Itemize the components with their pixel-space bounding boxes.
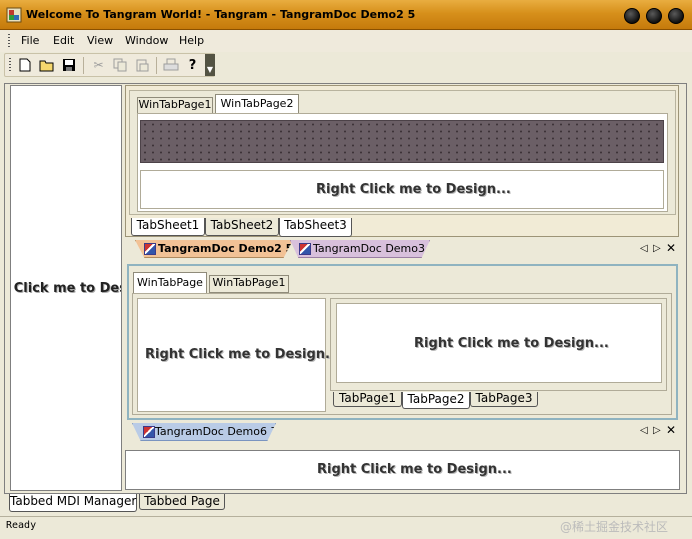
- doc-tab-label: TangramDoc Demo3 6: [313, 242, 436, 255]
- menubar-grip[interactable]: [8, 34, 10, 48]
- tab-wintabpage[interactable]: WinTabPage: [133, 272, 207, 294]
- menu-file[interactable]: File: [21, 34, 39, 47]
- menu-window[interactable]: Window: [125, 34, 168, 47]
- minimize-button[interactable]: [624, 8, 640, 24]
- tab-tabsheet2[interactable]: TabSheet2: [205, 218, 279, 236]
- upper-design-text: Right Click me to Design...: [316, 182, 511, 197]
- document-icon: [143, 426, 155, 438]
- scroll-right-icon[interactable]: ▷: [653, 425, 661, 436]
- tab-tabpage1[interactable]: TabPage1: [333, 392, 402, 407]
- tab-wintabpage2[interactable]: WinTabPage2: [215, 94, 299, 114]
- doc-tab-tangramdoc-demo3[interactable]: TangramDoc Demo3 6: [290, 240, 430, 258]
- close-icon[interactable]: ✕: [666, 423, 676, 437]
- lower-left-design-text: Right Click me to Design...: [145, 347, 340, 362]
- window-title: Welcome To Tangram World! - Tangram - Ta…: [26, 8, 416, 21]
- open-icon[interactable]: [38, 57, 55, 73]
- toolbar-grip[interactable]: [9, 58, 11, 72]
- close-button[interactable]: [668, 8, 684, 24]
- doc-tab-tangramdoc-demo6[interactable]: TangramDoc Demo6 7: [132, 423, 276, 441]
- left-pane-text: t Click me to Des: [10, 281, 122, 296]
- new-icon[interactable]: [16, 57, 33, 73]
- app-icon: [6, 7, 22, 23]
- bottom-design-text: Right Click me to Design...: [317, 462, 512, 477]
- doc-tab-tangramdoc-demo2[interactable]: TangramDoc Demo2 5: [135, 240, 293, 258]
- document-icon: [144, 243, 156, 255]
- scroll-right-icon[interactable]: ▷: [653, 243, 661, 254]
- toolbar-separator: [83, 57, 84, 74]
- scroll-left-icon[interactable]: ◁: [640, 243, 648, 254]
- doc-tab-label: TangramDoc Demo2 5: [158, 242, 294, 255]
- tab-tabsheet1[interactable]: TabSheet1: [131, 218, 205, 236]
- tab-tabsheet3[interactable]: TabSheet3: [279, 218, 352, 237]
- dotted-design-panel[interactable]: [140, 120, 664, 163]
- toolbar-separator: [156, 57, 157, 74]
- status-text: Ready: [6, 520, 37, 531]
- doc-tab-label: TangramDoc Demo6 7: [155, 425, 278, 438]
- watermark: @稀土掘金技术社区: [560, 520, 669, 534]
- help-icon[interactable]: ?: [184, 57, 201, 73]
- lower-right-design-box[interactable]: Right Click me to Design...: [336, 303, 662, 383]
- copy-icon[interactable]: [111, 57, 128, 73]
- save-icon[interactable]: [60, 57, 77, 73]
- menu-bar: File Edit View Window Help: [0, 30, 692, 52]
- maximize-button[interactable]: [646, 8, 662, 24]
- cut-icon[interactable]: ✂: [90, 57, 107, 73]
- tab-tabbed-mdi-manager[interactable]: Tabbed MDI Manager: [9, 494, 137, 512]
- title-bar[interactable]: Welcome To Tangram World! - Tangram - Ta…: [0, 0, 692, 30]
- left-pane[interactable]: t Click me to Des: [10, 85, 122, 491]
- paste-icon[interactable]: [133, 57, 150, 73]
- close-icon[interactable]: ✕: [666, 241, 676, 255]
- upper-design-box[interactable]: Right Click me to Design...: [140, 170, 664, 209]
- lower-right-design-text: Right Click me to Design...: [414, 336, 609, 351]
- tab-tabpage3[interactable]: TabPage3: [470, 392, 538, 407]
- lower-left-design-box[interactable]: Right Click me to Design...: [137, 298, 340, 412]
- toolbar: ✂ ? ▼: [4, 53, 215, 77]
- tab-tabpage2[interactable]: TabPage2: [402, 392, 470, 409]
- document-icon: [299, 243, 311, 255]
- menu-view[interactable]: View: [87, 34, 113, 47]
- toolbar-options-chevron-icon[interactable]: ▼: [205, 54, 215, 76]
- tab-tabbed-page[interactable]: Tabbed Page: [139, 494, 225, 510]
- tab-wintabpage1[interactable]: WinTabPage1: [137, 97, 213, 114]
- tab-wintabpage1-lower[interactable]: WinTabPage1: [209, 275, 289, 293]
- menu-edit[interactable]: Edit: [53, 34, 74, 47]
- scroll-left-icon[interactable]: ◁: [640, 425, 648, 436]
- bottom-design-box[interactable]: Right Click me to Design...: [125, 450, 680, 490]
- print-icon[interactable]: [162, 57, 179, 73]
- menu-help[interactable]: Help: [179, 34, 204, 47]
